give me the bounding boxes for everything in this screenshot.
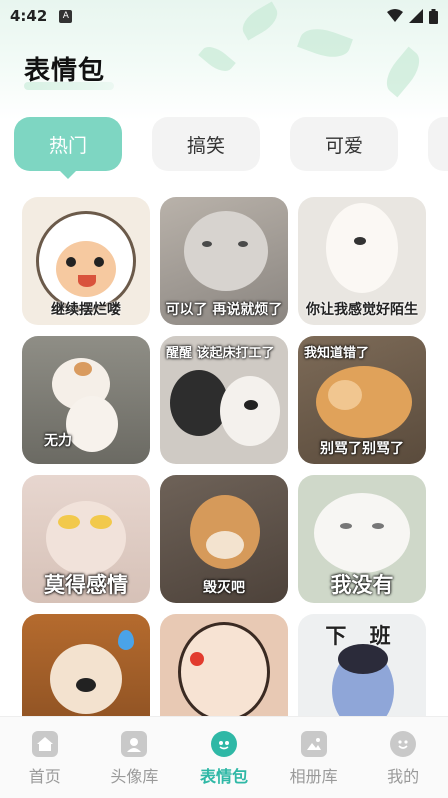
- emoji-pack-icon: [210, 731, 237, 757]
- smile-icon: [390, 731, 417, 757]
- leaf-decoration: [198, 41, 236, 77]
- sticker-tile[interactable]: 毁灭吧: [160, 475, 288, 603]
- sticker-tile[interactable]: 我知道错了 别骂了别骂了: [298, 336, 426, 464]
- tab-funny[interactable]: 搞笑: [152, 117, 260, 171]
- page-title: 表情包: [24, 56, 106, 86]
- sticker-tile[interactable]: 你让我感觉好陌生: [298, 197, 426, 325]
- nav-emoji-pack[interactable]: 表情包: [184, 731, 264, 787]
- status-time: 4:42: [10, 7, 48, 25]
- sticker-grid: 继续摆烂喽 可以了 再说就烦了 你让我感觉好陌生 无力 醒醒 该起床打工了 我知…: [22, 197, 426, 717]
- wifi-icon: [387, 9, 403, 22]
- sticker-caption: 醒醒 该起床打工了: [166, 346, 275, 361]
- sticker-tile[interactable]: 无力: [22, 336, 150, 464]
- home-icon: [31, 731, 58, 757]
- sticker-caption: 你让我感觉好陌生: [306, 302, 418, 318]
- tab-cute[interactable]: 可爱: [290, 117, 398, 171]
- sticker-tile[interactable]: 我没有: [298, 475, 426, 603]
- nav-home[interactable]: 首页: [5, 731, 85, 787]
- sticker-caption: 下 班: [325, 624, 399, 648]
- album-icon: [300, 731, 327, 757]
- battery-icon: [429, 8, 438, 24]
- nav-label: 相册库: [289, 767, 338, 786]
- sticker-tile[interactable]: [160, 614, 288, 717]
- notification-icon: A: [59, 9, 73, 23]
- status-bar: 4:42 A: [0, 0, 448, 32]
- sticker-caption: 毁灭吧: [203, 580, 245, 596]
- sticker-caption: 莫得感情: [44, 573, 128, 597]
- sticker-overlay-text: 我知道错了: [304, 346, 370, 361]
- nav-avatar[interactable]: 头像库: [94, 731, 174, 787]
- sticker-tile[interactable]: 继续摆烂喽: [22, 197, 150, 325]
- sticker-tile[interactable]: 醒醒 该起床打工了: [160, 336, 288, 464]
- sticker-caption: 无力: [44, 433, 72, 449]
- tab-hot[interactable]: 热门: [14, 117, 122, 171]
- sticker-caption: 我没有: [330, 573, 394, 597]
- category-tabs: 热门 搞笑 可爱: [14, 117, 448, 177]
- sticker-tile[interactable]: 莫得感情: [22, 475, 150, 603]
- nav-label: 首页: [28, 767, 61, 786]
- nav-me[interactable]: 我的: [363, 731, 443, 787]
- nav-label: 表情包: [199, 767, 248, 786]
- tab-more[interactable]: [428, 117, 448, 171]
- sticker-caption: 可以了 再说就烦了: [165, 302, 283, 318]
- avatar-icon: [121, 731, 148, 757]
- nav-label: 头像库: [110, 767, 159, 786]
- sticker-tile[interactable]: 下 班: [298, 614, 426, 717]
- sticker-caption: 别骂了别骂了: [320, 441, 404, 457]
- nav-album[interactable]: 相册库: [274, 731, 354, 787]
- nav-label: 我的: [387, 767, 420, 786]
- sticker-caption: 继续摆烂喽: [51, 302, 121, 318]
- bottom-nav: 首页 头像库 表情包 相册库 我的: [0, 716, 448, 798]
- signal-icon: [409, 9, 423, 23]
- leaf-decoration: [379, 46, 427, 98]
- sticker-tile[interactable]: 可以了 再说就烦了: [160, 197, 288, 325]
- sticker-tile[interactable]: [22, 614, 150, 717]
